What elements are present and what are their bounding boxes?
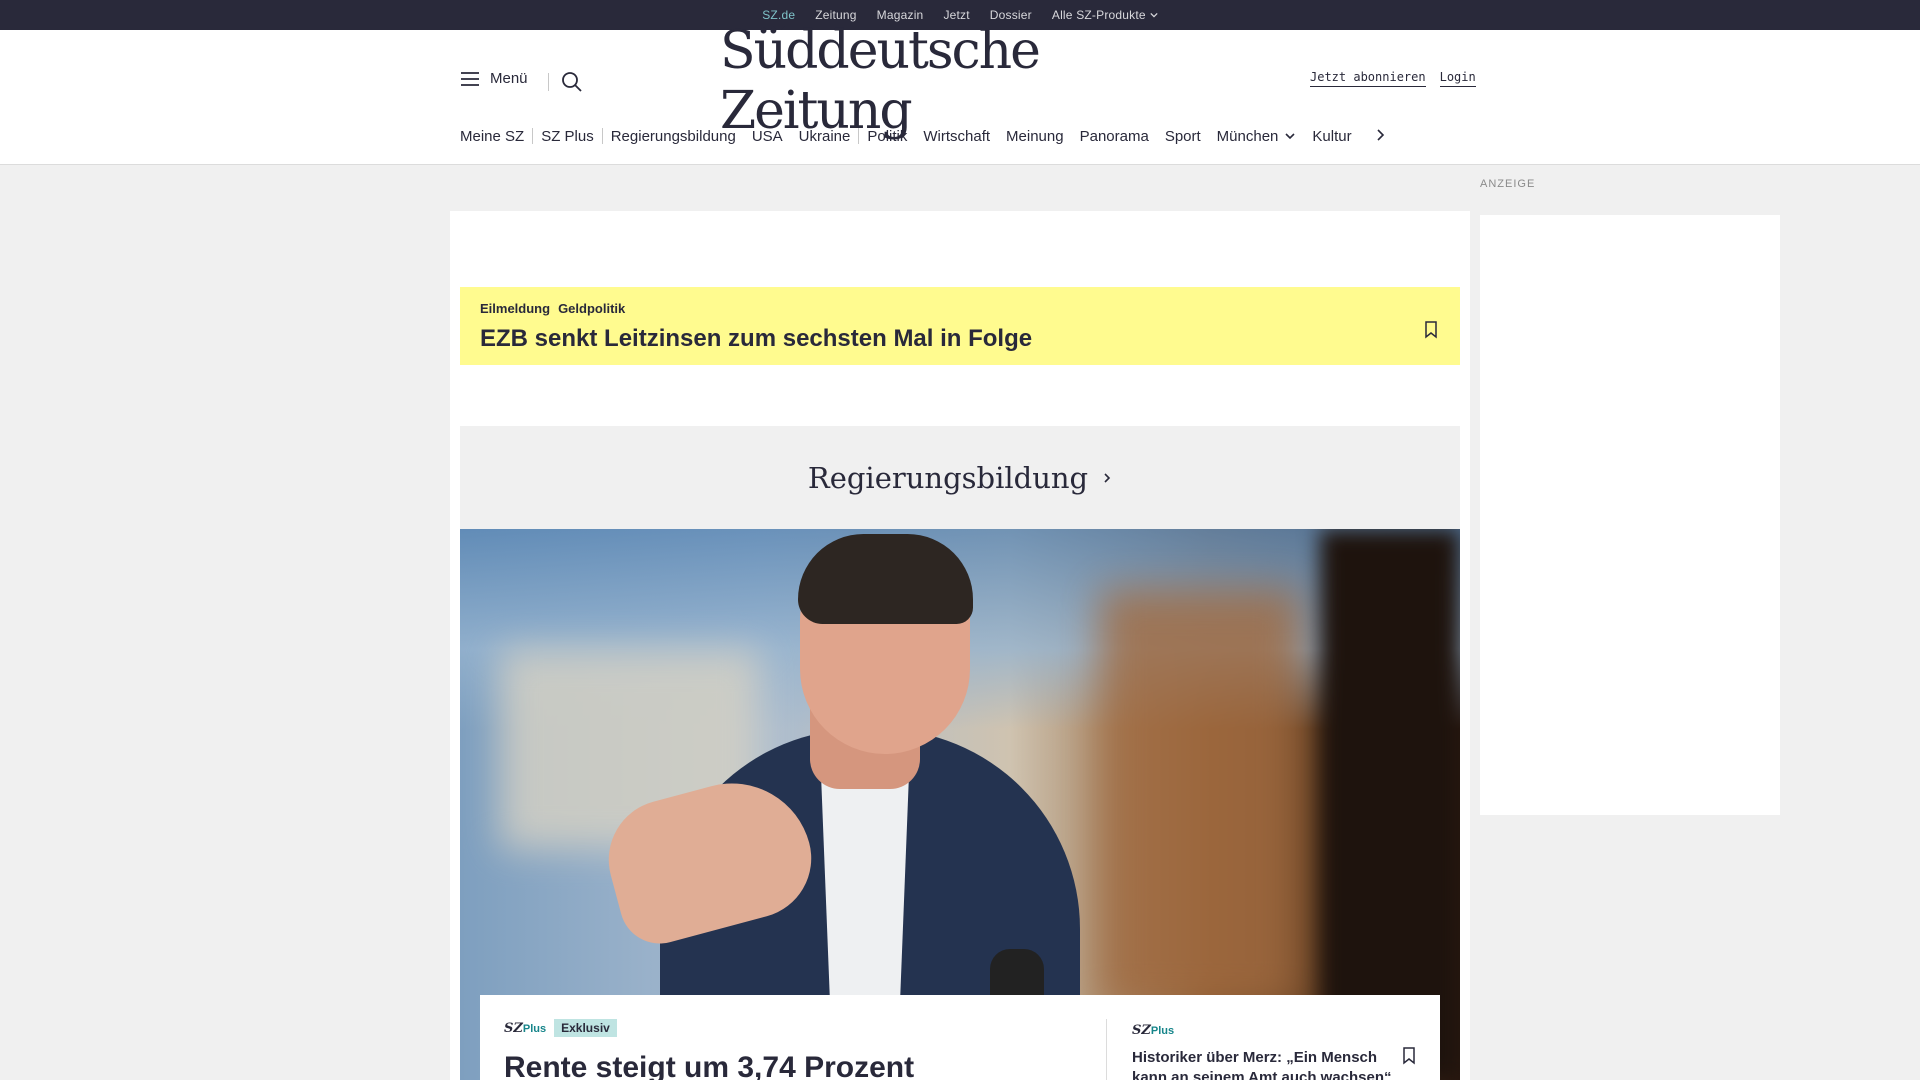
- subscribe-link[interactable]: Jetzt abonnieren: [1310, 70, 1426, 87]
- lead-article-headline[interactable]: Rente steigt um 3,74 Prozent: [504, 1051, 914, 1080]
- main-nav: Meine SZ SZ Plus Regierungsbildung USA U…: [460, 121, 1460, 151]
- sz-plus-logo: SZPlus: [1132, 1023, 1174, 1038]
- sz-plus-sz: SZ: [1132, 1023, 1151, 1038]
- login-link[interactable]: Login: [1439, 70, 1476, 87]
- nav-item-sport[interactable]: Sport: [1157, 128, 1209, 145]
- nav-item-kultur[interactable]: Kultur: [1304, 128, 1359, 145]
- menu-label: Menü: [490, 70, 528, 87]
- exclusive-badge: Exklusiv: [554, 1019, 617, 1037]
- product-link-dossier[interactable]: Dossier: [980, 8, 1042, 22]
- nav-item-sz-plus[interactable]: SZ Plus: [533, 128, 602, 145]
- chevron-down-icon: [1285, 133, 1295, 140]
- sz-logo[interactable]: Süddeutsche Zeitung: [720, 21, 1200, 141]
- side-story[interactable]: SZPlus Historiker über Merz: „Ein Mensch…: [1132, 1019, 1402, 1080]
- nav-item-ukraine[interactable]: Ukraine: [791, 128, 859, 145]
- card-divider: [1106, 1019, 1107, 1080]
- lead-article-card: SZPlus Exklusiv Rente steigt um 3,74 Pro…: [480, 995, 1440, 1080]
- nav-item-meinung[interactable]: Meinung: [998, 128, 1072, 145]
- chevron-right-icon: [1377, 128, 1384, 141]
- photo-person-hair: [798, 534, 973, 624]
- product-link-zeitung[interactable]: Zeitung: [805, 8, 866, 22]
- nav-item-wirtschaft[interactable]: Wirtschaft: [915, 128, 998, 145]
- product-link-jetzt[interactable]: Jetzt: [933, 8, 979, 22]
- section-header-regierungsbildung[interactable]: Regierungsbildung: [460, 426, 1460, 529]
- section-title: Regierungsbildung: [807, 460, 1089, 495]
- product-link-szde[interactable]: SZ.de: [752, 8, 805, 32]
- sz-plus-logo: SZPlus: [504, 1021, 546, 1036]
- chevron-down-icon: [1150, 12, 1158, 18]
- lead-article[interactable]: SZPlus Exklusiv Rente steigt um 3,74 Pro…: [504, 1019, 914, 1080]
- all-products-label: Alle SZ-Produkte: [1051, 8, 1146, 22]
- breaking-tag: Eilmeldung: [480, 301, 551, 316]
- nav-item-muenchen-label: München: [1216, 127, 1279, 145]
- nav-scroll-right-button[interactable]: [1374, 127, 1386, 146]
- breaking-news-banner[interactable]: Eilmeldung Geldpolitik EZB senkt Leitzin…: [460, 287, 1460, 365]
- header-separator: [548, 73, 549, 91]
- breaking-tags: Eilmeldung Geldpolitik: [480, 301, 625, 316]
- breaking-headline[interactable]: EZB senkt Leitzinsen zum sechsten Mal in…: [480, 325, 1032, 353]
- site-header: Menü Süddeutsche Zeitung Jetzt abonniere…: [0, 21, 1920, 165]
- search-button[interactable]: [560, 70, 584, 98]
- sz-plus-plus: Plus: [522, 1022, 547, 1035]
- sz-plus-plus: Plus: [1150, 1025, 1175, 1037]
- side-story-headline[interactable]: Historiker über Merz: „Ein Mensch kann a…: [1132, 1048, 1402, 1080]
- search-icon: [562, 72, 582, 92]
- product-link-magazin[interactable]: Magazin: [867, 8, 934, 22]
- bookmark-icon: [1403, 1047, 1415, 1065]
- sz-plus-sz: SZ: [504, 1020, 523, 1036]
- menu-button[interactable]: Menü: [460, 70, 528, 87]
- nav-item-regierungsbildung[interactable]: Regierungsbildung: [603, 128, 744, 145]
- nav-item-meine-sz[interactable]: Meine SZ: [460, 128, 532, 145]
- header-account-links: Jetzt abonnieren Login: [1310, 70, 1476, 87]
- nav-item-usa[interactable]: USA: [744, 128, 791, 145]
- ad-slot[interactable]: [1480, 215, 1780, 815]
- hamburger-icon: [461, 71, 479, 86]
- bookmark-button[interactable]: [1402, 1047, 1416, 1069]
- nav-item-politik[interactable]: Politik: [859, 128, 915, 145]
- bookmark-button[interactable]: [1424, 321, 1438, 343]
- photo-background-blur: [1100, 589, 1300, 1009]
- lead-article-tags: SZPlus Exklusiv: [504, 1019, 914, 1037]
- topic-tag: Geldpolitik: [558, 301, 626, 316]
- bookmark-icon: [1425, 321, 1437, 339]
- chevron-right-icon: [1104, 472, 1111, 483]
- product-link-all-products[interactable]: Alle SZ-Produkte: [1042, 8, 1168, 22]
- ad-label: ANZEIGE: [1480, 178, 1536, 190]
- nav-item-panorama[interactable]: Panorama: [1072, 128, 1157, 145]
- nav-item-muenchen[interactable]: München: [1209, 128, 1305, 145]
